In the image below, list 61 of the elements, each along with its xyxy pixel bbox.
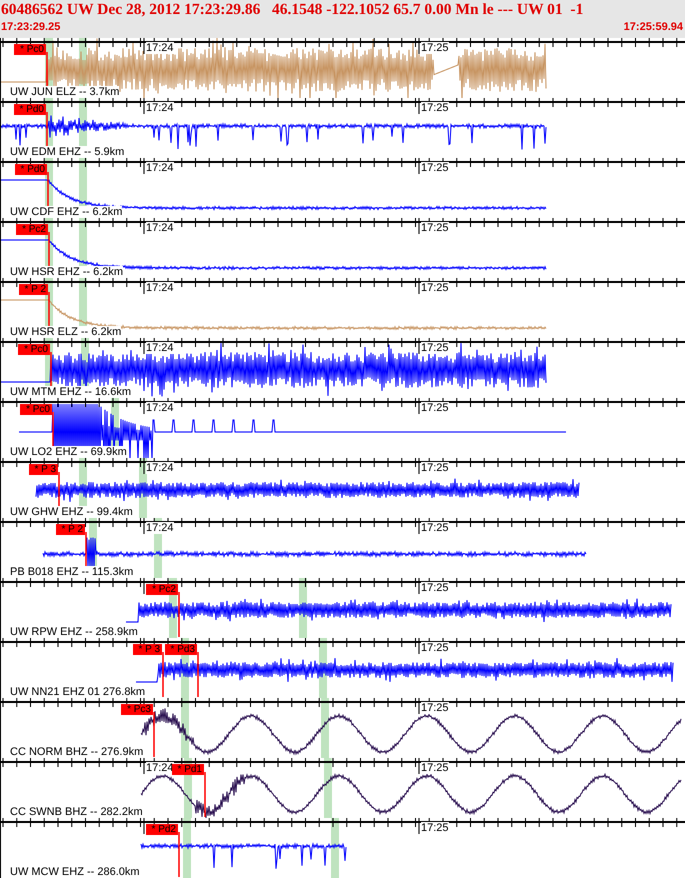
station-label: UW HSR EHZ -- 6.2km — [10, 266, 124, 278]
station-label: UW NN21 EHZ 01 276.8km — [10, 686, 146, 698]
station-label: UW MCW EHZ -- 286.0km — [10, 866, 140, 878]
station-label: CC SWNB BHZ -- 282.2km — [10, 806, 143, 818]
station-label: UW CDF EHZ -- 6.2km — [10, 206, 122, 218]
pick-line — [178, 832, 180, 877]
pick-line — [204, 772, 206, 817]
pick-line — [153, 712, 155, 757]
time-label: 17:25 — [421, 642, 449, 654]
pick-label[interactable]: * P 3 — [28, 464, 58, 475]
pick-label[interactable]: * Pc0 — [14, 44, 46, 55]
time-label: 17:25 — [421, 42, 449, 54]
time-label: 17:24 — [146, 222, 174, 234]
time-label: 17:25 — [421, 462, 449, 474]
station-label: UW JUN ELZ -- 3.7km — [10, 86, 120, 98]
station-label: UW LO2 EHZ -- 69.9km — [10, 446, 127, 458]
pick-label[interactable]: * Pc2 — [146, 584, 178, 595]
time-label: 17:24 — [146, 462, 174, 474]
time-label: 17:25 — [421, 702, 449, 714]
station-label: UW GHW EHZ -- 99.4km — [10, 506, 133, 518]
time-label: 17:24 — [146, 342, 174, 354]
pick-label[interactable]: * Pd1 — [172, 764, 204, 775]
station-label: UW MTM EHZ -- 16.6km — [10, 386, 131, 398]
time-label: 17:25 — [421, 222, 449, 234]
time-label: 17:25 — [421, 282, 449, 294]
pick-label[interactable]: * Pc0 — [20, 404, 52, 415]
pick-label[interactable]: * P 2 — [18, 284, 48, 295]
time-label: 17:25 — [421, 162, 449, 174]
pick-label[interactable]: * Pd3 — [164, 644, 197, 655]
pick-label[interactable]: * Pd0 — [14, 104, 46, 115]
time-label: 17:24 — [146, 102, 174, 114]
time-label: 17:24 — [146, 42, 174, 54]
pick-label[interactable]: * Pc3 — [121, 704, 153, 715]
pick-label[interactable]: * Pd0 — [14, 164, 47, 175]
pick-label[interactable]: * Pc0 — [18, 344, 50, 355]
station-label: UW EDM EHZ -- 5.9km — [10, 146, 124, 158]
pick-label[interactable]: * P 2 — [56, 524, 85, 535]
station-label: PB B018 EHZ -- 115.3km — [10, 566, 134, 578]
time-label: 17:24 — [146, 402, 174, 414]
time-label: 17:25 — [421, 822, 449, 834]
time-label: 17:25 — [421, 402, 449, 414]
time-label: 17:24 — [146, 162, 174, 174]
time-label: 17:24 — [146, 282, 174, 294]
time-label: 17:25 — [421, 342, 449, 354]
station-label: UW RPW EHZ -- 258.9km — [10, 626, 138, 638]
start-time: 17:23:29.25 — [1, 20, 60, 34]
time-label: 17:25 — [421, 762, 449, 774]
end-time: 17:25:59.94 — [624, 20, 683, 34]
event-title: 60486562 UW Dec 28, 2012 17:23:29.86 46.1548 -122.1052 65.7 0.00 Mn le --- UW 01 -1 — [1, 0, 584, 20]
station-label: UW HSR ELZ -- 6.2km — [10, 326, 122, 338]
pick-label[interactable]: * P 3 — [132, 644, 162, 655]
time-label: 17:25 — [421, 522, 449, 534]
pick-label[interactable]: * Pd2 — [146, 824, 178, 835]
pick-label[interactable]: * Pc2 — [16, 224, 48, 235]
time-label: 17:25 — [421, 582, 449, 594]
station-label: CC NORM BHZ -- 276.9km — [10, 746, 144, 758]
pick-line — [162, 652, 164, 697]
pick-line — [178, 592, 180, 637]
pick-line — [197, 652, 199, 697]
time-label: 17:24 — [146, 522, 174, 534]
time-label: 17:25 — [421, 102, 449, 114]
